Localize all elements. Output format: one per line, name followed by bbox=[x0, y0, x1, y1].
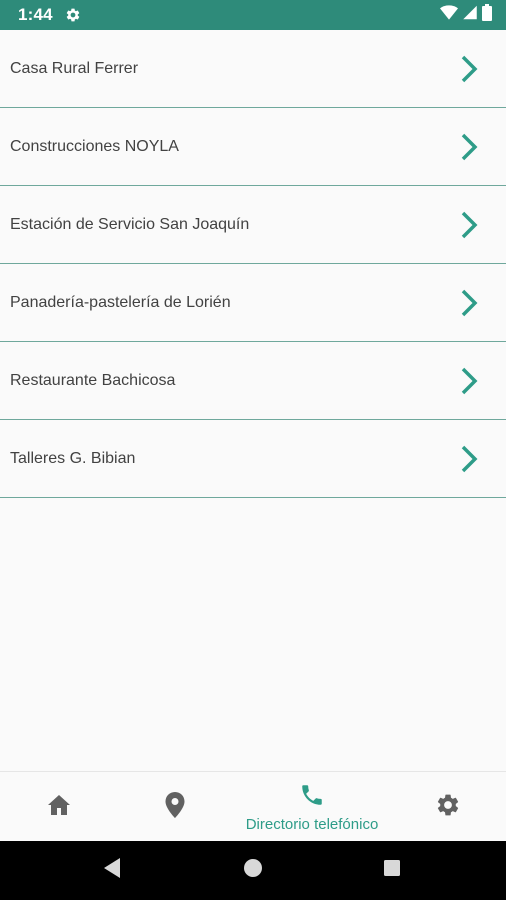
list-item[interactable]: Talleres G. Bibian bbox=[0, 420, 506, 498]
settings-icon bbox=[435, 792, 461, 823]
nav-home-button[interactable] bbox=[28, 772, 90, 842]
nav-phone-directory-button[interactable]: Directorio telefónico bbox=[226, 772, 398, 842]
list-item-label: Estación de Servicio San Joaquín bbox=[10, 215, 250, 233]
list-item-label: Talleres G. Bibian bbox=[10, 449, 136, 467]
bottom-navigation: Directorio telefónico bbox=[0, 771, 506, 841]
system-back-button[interactable] bbox=[82, 841, 142, 900]
phone-icon bbox=[299, 782, 325, 813]
status-bar: 1:44 bbox=[0, 0, 506, 30]
chevron-right-icon bbox=[458, 209, 480, 241]
list-item[interactable]: Construcciones NOYLA bbox=[0, 108, 506, 186]
nav-settings-button[interactable] bbox=[417, 772, 479, 842]
system-navigation-bar bbox=[0, 841, 506, 900]
chevron-right-icon bbox=[458, 131, 480, 163]
system-home-button[interactable] bbox=[223, 841, 283, 900]
nav-map-button[interactable] bbox=[144, 772, 206, 842]
status-icons bbox=[440, 4, 492, 26]
list-item-label: Casa Rural Ferrer bbox=[10, 59, 139, 77]
back-icon bbox=[102, 857, 122, 884]
status-time: 1:44 bbox=[18, 5, 53, 24]
chevron-right-icon bbox=[458, 365, 480, 397]
signal-icon bbox=[462, 5, 478, 25]
list-item[interactable]: Panadería-pastelería de Lorién bbox=[0, 264, 506, 342]
battery-icon bbox=[482, 4, 492, 26]
list-item-label: Construcciones NOYLA bbox=[10, 137, 179, 155]
location-pin-icon bbox=[165, 791, 185, 823]
nav-phone-directory-label: Directorio telefónico bbox=[245, 815, 379, 833]
list-item[interactable]: Estación de Servicio San Joaquín bbox=[0, 186, 506, 264]
wifi-icon bbox=[440, 5, 458, 25]
system-recents-button[interactable] bbox=[362, 841, 422, 900]
chevron-right-icon bbox=[458, 53, 480, 85]
directory-list: Casa Rural Ferrer Construcciones NOYLA E… bbox=[0, 30, 506, 498]
home-circle-icon bbox=[243, 858, 263, 883]
recents-icon bbox=[383, 859, 401, 882]
chevron-right-icon bbox=[458, 443, 480, 475]
home-icon bbox=[47, 794, 71, 821]
list-item-label: Restaurante Bachicosa bbox=[10, 371, 176, 389]
list-item[interactable]: Restaurante Bachicosa bbox=[0, 342, 506, 420]
list-item[interactable]: Casa Rural Ferrer bbox=[0, 30, 506, 108]
chevron-right-icon bbox=[458, 287, 480, 319]
settings-icon bbox=[65, 7, 81, 23]
app-screen: 1:44 Casa Rural Ferrer Construcciones NO… bbox=[0, 0, 506, 900]
list-item-label: Panadería-pastelería de Lorién bbox=[10, 293, 231, 311]
